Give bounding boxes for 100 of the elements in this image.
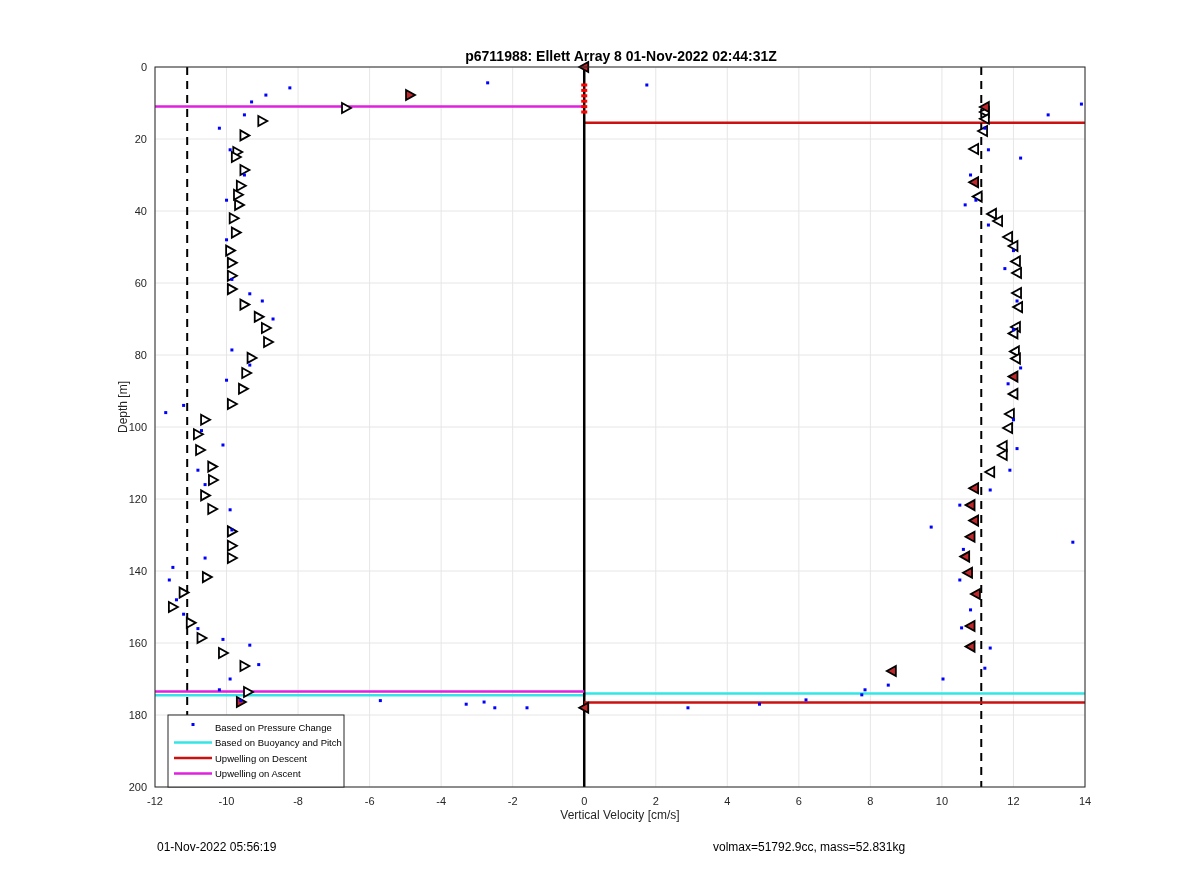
tick-label: 20 <box>134 133 147 145</box>
data-point <box>167 578 171 582</box>
data-point <box>221 443 225 447</box>
data-point <box>230 277 234 281</box>
triangle-marker <box>978 100 990 114</box>
tick-label: -12 <box>147 795 163 807</box>
triangle-marker <box>201 570 214 584</box>
chart-title: p6711988: Ellett Array 8 01-Nov-2022 02:44:31Z <box>465 48 777 64</box>
data-point <box>257 663 261 667</box>
triangle-marker <box>263 335 275 349</box>
triangle-marker <box>239 659 252 673</box>
tick-label: 0 <box>581 795 588 807</box>
tick-label: 10 <box>935 795 949 807</box>
tick-label: -4 <box>436 795 447 807</box>
tick-label: 8 <box>867 795 874 807</box>
data-point <box>1003 267 1007 271</box>
tick-label: 160 <box>128 637 147 649</box>
triangle-marker <box>227 539 239 553</box>
triangle-marker <box>241 366 254 380</box>
tick-label: 140 <box>128 565 147 577</box>
tick-label: 100 <box>128 421 147 433</box>
data-point <box>217 688 221 692</box>
triangle-marker <box>207 460 220 474</box>
data-point <box>686 706 690 710</box>
data-point <box>225 378 229 382</box>
stats-text: volmax=51792.9cc, mass=52.831kg <box>713 840 906 854</box>
data-point <box>378 699 382 703</box>
data-point <box>248 363 252 367</box>
tick-label: -6 <box>364 795 375 807</box>
triangle-marker <box>963 498 976 512</box>
tick-label: -2 <box>507 795 518 807</box>
triangle-marker <box>228 211 241 225</box>
data-point <box>271 317 275 321</box>
data-point <box>225 198 229 202</box>
tick-label: 180 <box>128 709 147 721</box>
data-point <box>248 643 252 647</box>
data-point <box>963 203 967 207</box>
tick-label: 12 <box>1007 795 1020 807</box>
triangle-marker <box>1001 230 1013 244</box>
triangle-marker <box>1006 370 1019 384</box>
data-point <box>1019 366 1023 370</box>
triangle-marker <box>207 502 220 516</box>
triangle-marker <box>225 244 237 258</box>
tick-label: 4 <box>724 795 731 807</box>
triangle-marker <box>227 269 239 283</box>
triangle-marker <box>1006 326 1019 340</box>
data-point <box>239 699 243 703</box>
triangle-marker <box>983 465 996 479</box>
data-point <box>221 637 225 641</box>
triangle-marker <box>218 646 230 660</box>
tick-label: 200 <box>128 781 147 793</box>
data-point <box>464 702 468 706</box>
data-point <box>958 578 962 582</box>
tick-label: -10 <box>218 795 235 807</box>
tick-label: 2 <box>652 795 659 807</box>
triangle-marker <box>185 616 198 630</box>
data-point <box>482 700 486 704</box>
triangle-marker <box>227 282 239 296</box>
triangle-marker <box>1009 352 1021 366</box>
triangle-marker <box>1006 239 1019 253</box>
triangle-marker <box>963 640 976 654</box>
data-point <box>986 148 990 152</box>
triangle-marker <box>978 112 990 126</box>
tick-label: -8 <box>293 795 303 807</box>
data-point <box>974 198 978 202</box>
tick-label: 120 <box>128 493 147 505</box>
triangle-marker <box>243 685 255 699</box>
data-point <box>758 702 761 706</box>
triangle-marker <box>963 619 976 633</box>
data-point <box>174 598 178 602</box>
triangle-marker <box>1010 266 1022 280</box>
data-point <box>486 81 490 85</box>
triangle-marker <box>577 701 590 715</box>
data-point <box>248 292 252 296</box>
data-point <box>228 148 232 152</box>
triangle-marker <box>195 443 207 457</box>
triangle-marker <box>230 226 243 240</box>
data-point <box>260 299 264 303</box>
triangle-marker <box>235 695 248 709</box>
data-point <box>203 556 207 560</box>
triangle-marker <box>227 524 239 538</box>
triangle-marker <box>341 101 353 115</box>
data-point <box>217 126 221 130</box>
axis-label: Vertical Velocity [cm/s] <box>560 808 680 822</box>
triangle-marker <box>967 175 979 189</box>
triangle-marker <box>234 198 246 212</box>
data-point <box>941 677 945 681</box>
data-point <box>1011 328 1015 332</box>
data-point <box>171 565 175 569</box>
legend-label: Based on Buoyancy and Pitch <box>215 737 342 748</box>
triangle-marker <box>995 439 1008 453</box>
data-point <box>164 411 168 415</box>
data-point <box>493 706 497 710</box>
triangle-marker <box>196 631 209 645</box>
legend-label: Upwelling on Ascent <box>215 768 301 779</box>
data-point <box>264 93 268 97</box>
triangle-marker <box>261 321 273 335</box>
data-point <box>983 666 987 670</box>
tick-label: 14 <box>1078 795 1092 807</box>
data-point <box>1011 249 1015 253</box>
